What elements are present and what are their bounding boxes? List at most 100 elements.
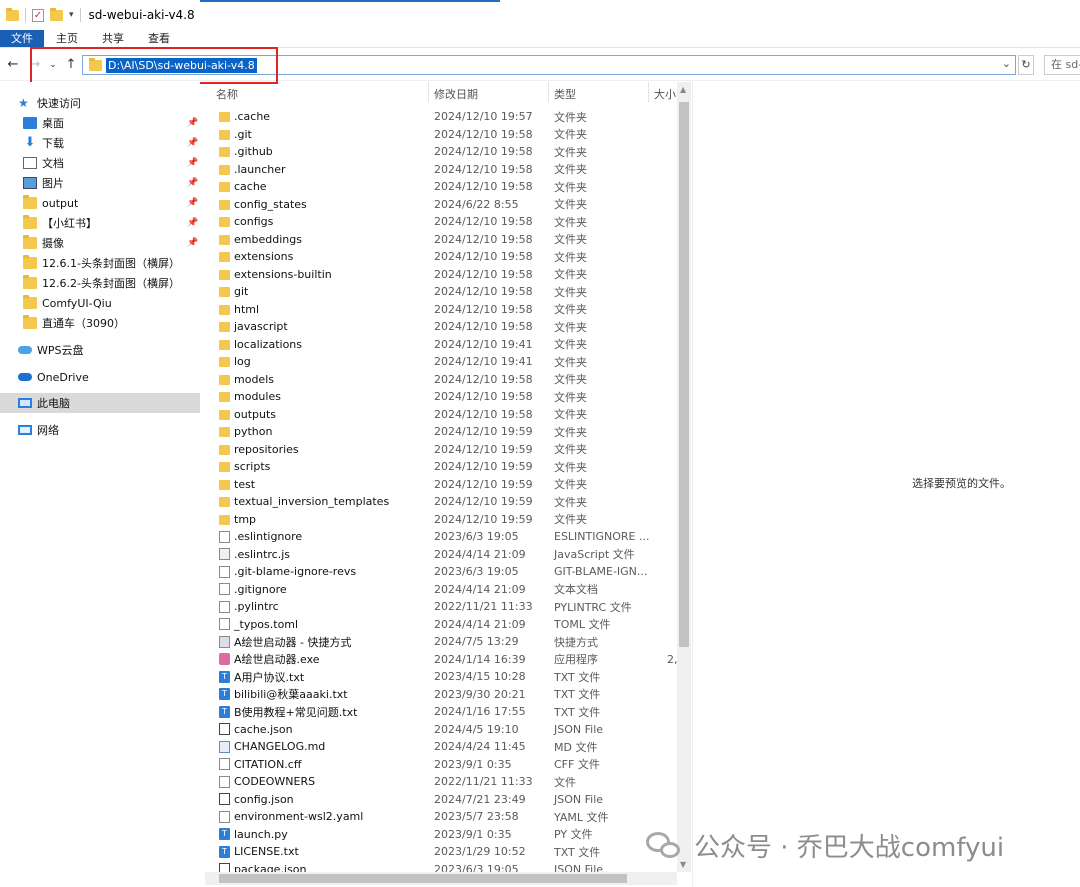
column-header-type[interactable]: 类型 [554,86,576,102]
file-name[interactable]: repositories [234,443,299,456]
file-name[interactable]: textual_inversion_templates [234,495,389,508]
sidebar-item-desktop[interactable]: 桌面 📌 [0,113,200,133]
file-name[interactable]: bilibili@秋葉aaaki.txt [234,686,348,702]
tab-home[interactable]: 主页 [44,30,90,47]
file-row[interactable]: T A用户协议.txt 2023/4/15 10:28 TXT 文件 [205,668,675,686]
file-row[interactable]: cache 2024/12/10 19:58 文件夹 [205,178,675,196]
column-header-size[interactable]: 大小 [654,86,676,102]
file-name[interactable]: log [234,355,251,368]
chevron-down-icon[interactable]: ⌄ [1002,57,1011,70]
sidebar-item-camera[interactable]: 摄像 📌 [0,233,200,253]
file-row[interactable]: javascript 2024/12/10 19:58 文件夹 [205,318,675,336]
pin-icon[interactable]: 📌 [187,138,198,148]
file-name[interactable]: .git-blame-ignore-revs [234,565,356,578]
file-row[interactable]: config_states 2024/6/22 8:55 文件夹 [205,196,675,214]
file-name[interactable]: B使用教程+常见问题.txt [234,704,357,720]
file-name[interactable]: environment-wsl2.yaml [234,810,363,823]
tab-share[interactable]: 共享 [90,30,136,47]
file-row[interactable]: outputs 2024/12/10 19:58 文件夹 [205,406,675,424]
file-row[interactable]: .eslintrc.js 2024/4/14 21:09 JavaScript 文件 [205,546,675,564]
file-name[interactable]: modules [234,390,281,403]
file-name[interactable]: outputs [234,408,276,421]
file-row[interactable]: .git 2024/12/10 19:58 文件夹 [205,126,675,144]
sidebar-item-output[interactable]: output 📌 [0,193,200,213]
file-name[interactable]: python [234,425,272,438]
file-row[interactable]: _typos.toml 2024/4/14 21:09 TOML 文件 [205,616,675,634]
sidebar-item-onedrive[interactable]: OneDrive [0,367,200,387]
file-row[interactable]: CODEOWNERS 2022/11/21 11:33 文件 [205,773,675,791]
vertical-scrollbar-thumb[interactable] [679,102,689,647]
file-row[interactable]: config.json 2024/7/21 23:49 JSON File [205,791,675,809]
file-row[interactable]: test 2024/12/10 19:59 文件夹 [205,476,675,494]
file-name[interactable]: tmp [234,513,256,526]
file-row[interactable]: .git-blame-ignore-revs 2023/6/3 19:05 GIT-… [205,563,675,581]
file-row[interactable]: CHANGELOG.md 2024/4/24 11:45 MD 文件 [205,738,675,756]
file-name[interactable]: scripts [234,460,270,473]
file-row[interactable]: models 2024/12/10 19:58 文件夹 [205,371,675,389]
file-name[interactable]: config.json [234,793,294,806]
file-name[interactable]: .github [234,145,273,158]
file-name[interactable]: .git [234,128,252,141]
column-divider[interactable] [548,82,549,102]
file-name[interactable]: configs [234,215,273,228]
horizontal-scrollbar-thumb[interactable] [219,874,627,883]
pin-icon[interactable]: 📌 [187,158,198,168]
file-row[interactable]: repositories 2024/12/10 19:59 文件夹 [205,441,675,459]
file-row[interactable]: Tlaunch.py 2023/9/1 0:35 PY 文件 [205,826,675,844]
file-row[interactable]: modules 2024/12/10 19:58 文件夹 [205,388,675,406]
file-name[interactable]: package.json [234,863,306,872]
file-row[interactable]: Tbilibili@秋葉aaaki.txt 2023/9/30 20:21 TXT … [205,686,675,704]
file-name[interactable]: extensions-builtin [234,268,332,281]
file-row[interactable]: .launcher 2024/12/10 19:58 文件夹 [205,161,675,179]
file-name[interactable]: CODEOWNERS [234,775,315,788]
file-name[interactable]: embeddings [234,233,302,246]
file-name[interactable]: A绘世启动器.exe [234,651,320,667]
file-name[interactable]: LICENSE.txt [234,845,299,858]
sidebar-item-network[interactable]: 网络 [0,420,200,440]
file-name[interactable]: .cache [234,110,270,123]
file-row[interactable]: embeddings 2024/12/10 19:58 文件夹 [205,231,675,249]
pin-icon[interactable]: 📌 [187,238,198,248]
column-header-name[interactable]: 名称 [216,86,238,102]
pin-icon[interactable]: 📌 [187,118,198,128]
file-row[interactable]: localizations 2024/12/10 19:41 文件夹 [205,336,675,354]
file-row[interactable]: tmp 2024/12/10 19:59 文件夹 [205,511,675,529]
vertical-scrollbar[interactable]: ▲ ▼ [677,82,691,872]
file-row[interactable]: git 2024/12/10 19:58 文件夹 [205,283,675,301]
sidebar-item-xiaohongshu[interactable]: 【小红书】 📌 [0,213,200,233]
file-row[interactable]: textual_inversion_templates 2024/12/10 19… [205,493,675,511]
file-name[interactable]: cache.json [234,723,293,736]
file-row[interactable]: A绘世启动器 - 快捷方式 2024/7/5 13:29 快捷方式 [205,633,675,651]
pin-icon[interactable]: 📌 [187,218,198,228]
scroll-up-icon[interactable]: ▲ [680,85,686,94]
column-divider[interactable] [648,82,649,102]
new-folder-icon[interactable] [50,7,63,21]
file-row[interactable]: T B使用教程+常见问题.txt 2024/1/16 17:55 TXT 文件 [205,703,675,721]
file-row[interactable]: .github 2024/12/10 19:58 文件夹 [205,143,675,161]
file-row[interactable]: log 2024/12/10 19:41 文件夹 [205,353,675,371]
file-row[interactable]: T LICENSE.txt 2023/1/29 10:52 TXT 文件 [205,843,675,861]
file-row[interactable]: .pylintrc 2022/11/21 11:33 PYLINTRC 文件 [205,598,675,616]
sidebar-item-ztc[interactable]: 直通车（3090） [0,313,200,333]
refresh-icon[interactable]: ↻ [1018,55,1034,75]
file-name[interactable]: localizations [234,338,302,351]
file-name[interactable]: CHANGELOG.md [234,740,325,753]
file-row[interactable]: CITATION.cff 2023/9/1 0:35 CFF 文件 [205,756,675,774]
sidebar-item-wps-cloud[interactable]: WPS云盘 [0,340,200,360]
file-name[interactable]: git [234,285,248,298]
file-name[interactable]: launch.py [234,828,288,841]
column-divider[interactable] [428,82,429,102]
horizontal-scrollbar[interactable] [205,872,677,885]
column-header-date[interactable]: 修改日期 [434,86,478,102]
customize-toolbar-icon[interactable]: ▾ [69,10,74,20]
file-name[interactable]: .launcher [234,163,286,176]
file-row[interactable]: extensions-builtin 2024/12/10 19:58 文件夹 [205,266,675,284]
file-name[interactable]: test [234,478,255,491]
sidebar-item-cover-2[interactable]: 12.6.2-头条封面图（横屏） [0,273,200,293]
file-row[interactable]: .gitignore 2024/4/14 21:09 文本文档 [205,581,675,599]
file-row[interactable]: scripts 2024/12/10 19:59 文件夹 [205,458,675,476]
file-name[interactable]: html [234,303,259,316]
file-name[interactable]: A绘世启动器 - 快捷方式 [234,634,352,650]
file-name[interactable]: _typos.toml [234,618,298,631]
tab-file[interactable]: 文件 [0,30,44,47]
